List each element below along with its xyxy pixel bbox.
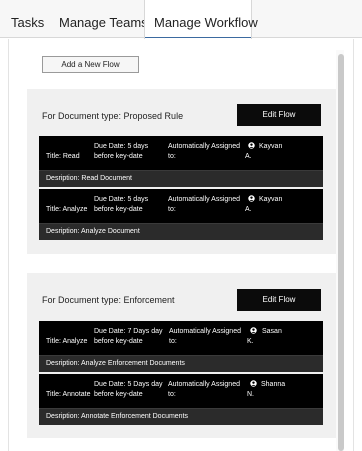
flow-card-footer: Desription: Annotate Enforcement Documen… <box>39 408 323 425</box>
flow-due-date-detail: before key-date <box>94 391 143 398</box>
flow-due-date-detail: before key-date <box>94 206 143 213</box>
flow-assign-label-to: to: <box>169 338 177 345</box>
flow-title: Title: Analyze <box>46 338 88 345</box>
group-title: For Document type: Enforcement <box>42 295 175 305</box>
flow-card-footer: Desription: Analyze Document <box>39 223 323 240</box>
tab-manage-workflow[interactable]: Manage Workflow <box>144 0 258 39</box>
edit-flow-button[interactable]: Edit Flow <box>237 289 321 311</box>
person-circle-icon <box>248 195 255 202</box>
group-title: For Document type: Proposed Rule <box>42 111 184 121</box>
flow-assignee-initial: K. <box>247 338 254 345</box>
flow-assignee-initial: A. <box>245 206 252 213</box>
edit-flow-button[interactable]: Edit Flow <box>237 104 321 126</box>
flow-assign-label: Automatically Assigned <box>169 328 241 335</box>
flow-card-header: Title: Annotate Due Date: 5 Days day bef… <box>39 374 323 408</box>
flow-card: Title: Read Due Date: 5 days before key-… <box>39 136 323 187</box>
flow-group-enforcement: For Document type: Enforcement Edit Flow… <box>27 273 336 438</box>
flow-assign-label: Automatically Assigned <box>168 381 240 388</box>
flow-assignee-initial: N. <box>247 391 254 398</box>
flow-assignee: Shanna <box>261 381 286 388</box>
person-circle-icon <box>248 142 255 149</box>
flow-assign-label-to: to: <box>168 391 176 398</box>
flow-title: Title: Read <box>46 153 80 160</box>
flow-assignee-initial: A. <box>245 153 252 160</box>
tab-manage-teams[interactable]: Manage Teams <box>59 0 148 38</box>
flow-card-footer: Desription: Analyze Enforcement Document… <box>39 355 323 372</box>
flow-description: Desription: Analyze Document <box>46 228 140 235</box>
flow-assign-label: Automatically Assigned <box>168 143 240 150</box>
flow-assign-label-to: to: <box>168 153 176 160</box>
flow-due-date: Due Date: 7 Days day <box>94 328 163 335</box>
flow-assignee: Kayvan <box>259 196 283 203</box>
flow-due-date-detail: before key-date <box>94 338 143 345</box>
flow-description: Desription: Annotate Enforcement Documen… <box>46 413 189 420</box>
flow-assign-label: Automatically Assigned <box>168 196 240 203</box>
flow-group-proposed-rule: For Document type: Proposed Rule Edit Fl… <box>27 89 336 254</box>
flow-assignee: Sasan <box>262 328 282 335</box>
flow-description: Desription: Read Document <box>46 175 132 182</box>
flow-assignee: Kayvan <box>259 143 283 150</box>
flow-card-header: Title: Read Due Date: 5 days before key-… <box>39 136 323 170</box>
person-circle-icon <box>250 380 257 387</box>
tab-bar: Tasks Manage Teams Manage Workflow <box>0 0 362 39</box>
flow-card: Title: Annotate Due Date: 5 Days day bef… <box>39 374 323 425</box>
flow-assign-label-to: to: <box>168 206 176 213</box>
flow-card: Title: Analyze Due Date: 5 days before k… <box>39 189 323 240</box>
add-new-flow-button[interactable]: Add a New Flow <box>42 56 139 73</box>
flow-description: Desription: Analyze Enforcement Document… <box>46 360 185 367</box>
flow-card: Title: Analyze Due Date: 7 Days day befo… <box>39 321 323 372</box>
flow-due-date-detail: before key-date <box>94 153 143 160</box>
person-circle-icon <box>250 327 257 334</box>
flow-due-date: Due Date: 5 Days day <box>94 381 163 388</box>
flow-card-footer: Desription: Read Document <box>39 170 323 187</box>
flow-title: Title: Analyze <box>46 206 88 213</box>
flow-due-date: Due Date: 5 days <box>94 196 149 203</box>
flow-title: Title: Annotate <box>46 391 91 398</box>
tab-tasks[interactable]: Tasks <box>11 0 44 38</box>
flow-card-header: Title: Analyze Due Date: 5 days before k… <box>39 189 323 223</box>
scrollbar-thumb[interactable] <box>338 54 344 451</box>
flow-due-date: Due Date: 5 days <box>94 143 149 150</box>
flow-card-header: Title: Analyze Due Date: 7 Days day befo… <box>39 321 323 355</box>
